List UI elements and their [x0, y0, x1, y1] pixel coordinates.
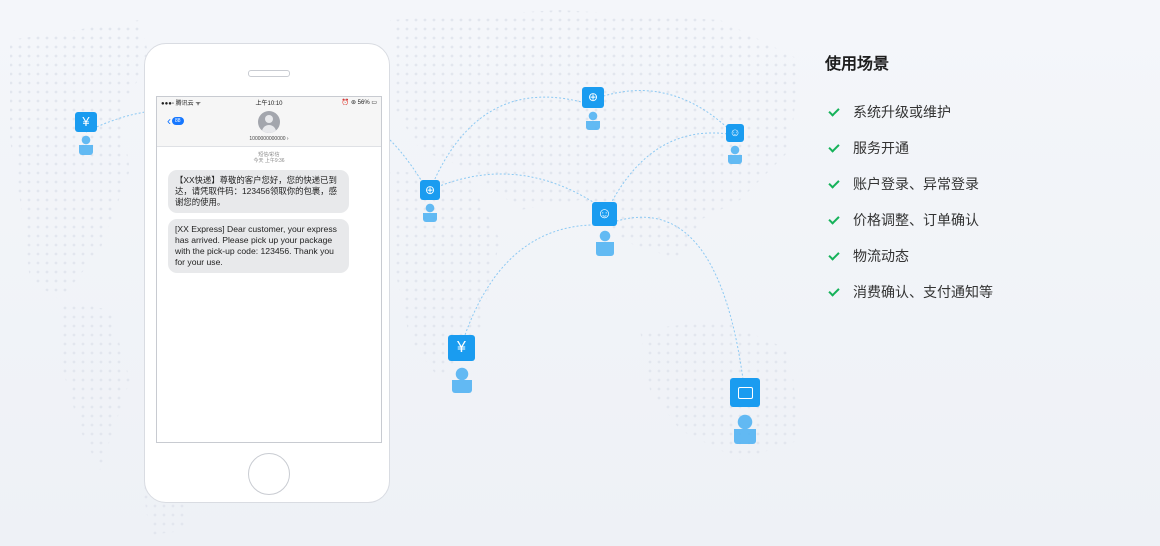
chevron-left-icon: ‹: [167, 114, 171, 128]
scenario-list: 系统升级或维护 服务开通 账户登录、异常登录 价格调整、订单确认 物流动态 消费…: [825, 94, 993, 310]
message-bubble: 【XX快递】尊敬的客户您好，您的快递已到达，请凭取件码：123456领取你的包裹…: [168, 170, 349, 213]
status-time: 上午10:10: [255, 101, 283, 107]
message-time: 今天 上午9:36: [253, 158, 285, 164]
map-node-wallet: [730, 378, 760, 446]
map-node-upload-1: ⊕: [582, 87, 604, 133]
list-item: 物流动态: [825, 238, 993, 274]
map-node-upload-2: ⊕: [420, 180, 442, 226]
phone-speaker: [248, 70, 290, 77]
unread-badge: 88: [172, 117, 184, 125]
message-timestamp: 短信/彩信 今天 上午9:36: [157, 152, 381, 164]
sender-number[interactable]: 1000000000000 ›: [157, 136, 381, 142]
wallet-icon: [730, 378, 760, 407]
upload-icon: ⊕: [582, 87, 604, 108]
person-icon: [734, 414, 756, 444]
person-icon: [423, 203, 437, 222]
back-button[interactable]: ‹ 88: [167, 114, 184, 128]
phone-screen: ●●●▫ 腾讯云 ᯤ 上午10:10 ⏰ ⊛ 56% ▭ ‹ 88 100000…: [156, 96, 382, 443]
message-bubble: [XX Express] Dear customer, your express…: [168, 219, 349, 273]
usage-scenarios: 使用场景 系统升级或维护 服务开通 账户登录、异常登录 价格调整、订单确认 物流…: [825, 50, 993, 310]
person-icon: [79, 135, 93, 155]
map-node-yen: ¥: [75, 112, 97, 158]
list-item: 系统升级或维护: [825, 94, 993, 130]
world-map-dots: [10, 10, 800, 535]
check-icon: [828, 176, 840, 189]
yen-icon: ¥: [448, 335, 475, 361]
check-icon: [828, 104, 840, 117]
conversation-header: ‹ 88 1000000000000 ›: [157, 108, 381, 147]
status-bar: ●●●▫ 腾讯云 ᯤ 上午10:10 ⏰ ⊛ 56% ▭: [157, 97, 381, 108]
map-node-user-large: ☺: [592, 202, 618, 260]
list-item-label: 物流动态: [853, 248, 909, 264]
list-item-label: 价格调整、订单确认: [853, 212, 979, 228]
upload-icon: ⊕: [420, 180, 440, 200]
check-icon: [828, 248, 840, 261]
map-node-yen-2: ¥: [448, 335, 476, 395]
section-title: 使用场景: [825, 56, 890, 73]
user-icon: ☺: [726, 124, 744, 142]
check-icon: [828, 212, 840, 225]
list-item: 服务开通: [825, 130, 993, 166]
list-item-label: 系统升级或维护: [853, 104, 951, 120]
list-item: 消费确认、支付通知等: [825, 274, 993, 310]
list-item-label: 消费确认、支付通知等: [853, 284, 993, 300]
avatar[interactable]: [258, 111, 280, 133]
person-icon: [586, 111, 600, 130]
person-icon: [596, 230, 614, 256]
list-item-label: 服务开通: [853, 140, 909, 156]
list-item: 账户登录、异常登录: [825, 166, 993, 202]
yen-icon: ¥: [75, 112, 97, 132]
background: ¥ ⊕ ⊕ ☺ ☺ ¥ ●●●▫ 腾讯云 ᯤ 上午10:10 ⏰ ⊛ 56% ▭: [0, 0, 1160, 546]
check-icon: [828, 140, 840, 153]
phone-mockup: ●●●▫ 腾讯云 ᯤ 上午10:10 ⏰ ⊛ 56% ▭ ‹ 88 100000…: [144, 43, 390, 503]
check-icon: [828, 284, 840, 297]
person-icon: [728, 145, 742, 164]
list-item-label: 账户登录、异常登录: [853, 176, 979, 192]
user-icon: ☺: [592, 202, 617, 226]
person-icon: [452, 367, 472, 393]
home-button: [248, 453, 290, 495]
map-node-user-small: ☺: [726, 124, 746, 166]
list-item: 价格调整、订单确认: [825, 202, 993, 238]
